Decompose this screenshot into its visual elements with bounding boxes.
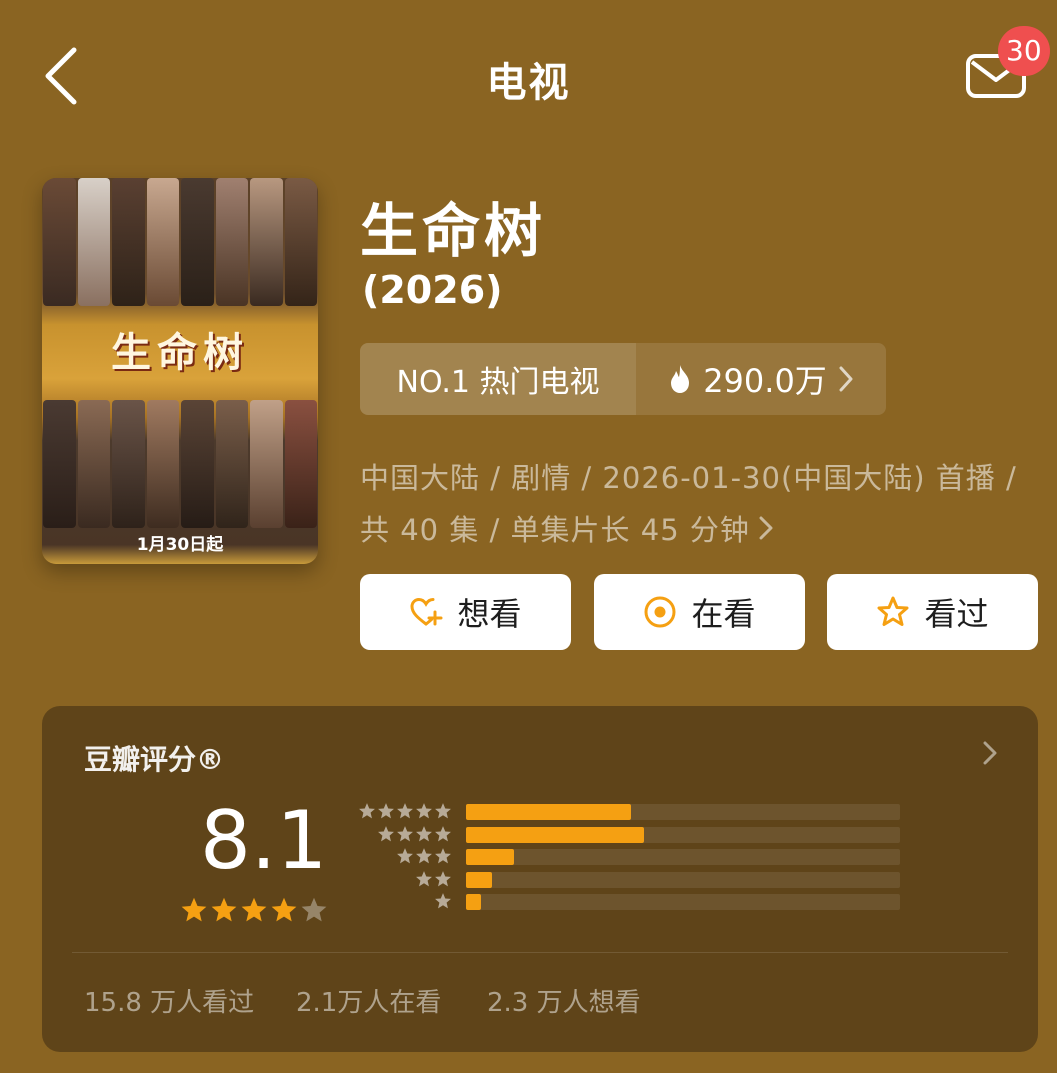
star-small-icon: [435, 893, 451, 909]
distribution-stars: [354, 825, 452, 843]
watching-label: 在看: [691, 595, 756, 633]
star-small-icon: [435, 825, 451, 841]
page-title: 电视: [486, 60, 571, 106]
rating-card[interactable]: 豆瓣评分® 8.1 15.8 万人看过 2.1万人在看 2.3 万人想看: [42, 706, 1038, 1052]
distribution-stars: [354, 802, 452, 820]
distribution-bar-fill: [466, 894, 482, 910]
poster-image[interactable]: 生命树 1月30日起: [42, 178, 318, 564]
want-count: 2.3 万人想看: [487, 988, 641, 1018]
show-year: (2026): [362, 268, 503, 312]
distribution-bar-fill: [466, 849, 514, 865]
poster-cast-row-bottom: [42, 400, 318, 528]
distribution-row-1-star: [354, 890, 900, 912]
card-divider: [72, 952, 1008, 953]
star-small-icon: [416, 825, 432, 841]
watched-label: 看过: [924, 595, 989, 633]
star-outline-icon: [877, 596, 909, 626]
poster-title-art: 生命树: [111, 329, 249, 376]
star-small-icon: [378, 825, 394, 841]
chevron-right-icon[interactable]: [982, 740, 998, 766]
meta-info-line2-text: 共 40 集 / 单集片长 45 分钟: [360, 513, 750, 547]
notification-badge: 30: [998, 26, 1050, 76]
star-small-icon: [416, 803, 432, 819]
star-small-icon: [378, 803, 394, 819]
heat-value-group: 290.0万: [636, 356, 886, 402]
distribution-bar-fill: [466, 804, 631, 820]
rating-stars: [180, 896, 328, 924]
star-small-icon: [359, 803, 375, 819]
meta-info-line1: 中国大陆 / 剧情 / 2026-01-30(中国大陆) 首播 /: [360, 461, 1017, 495]
target-icon: [644, 596, 676, 628]
show-title: 生命树: [360, 197, 547, 265]
distribution-bar-track: [466, 804, 900, 820]
star-small-icon: [397, 848, 413, 864]
watching-button[interactable]: 在看: [594, 574, 805, 650]
watching-count: 2.1万人在看: [296, 988, 442, 1018]
distribution-stars: [354, 892, 452, 910]
star-filled-icon: [181, 897, 207, 922]
star-small-icon: [416, 848, 432, 864]
distribution-stars: [354, 847, 452, 865]
heart-plus-icon: [410, 597, 443, 626]
star-small-icon: [435, 848, 451, 864]
star-filled-icon: [211, 897, 237, 922]
rating-title: 豆瓣评分®: [84, 743, 225, 776]
meta-info-line2[interactable]: 共 40 集 / 单集片长 45 分钟: [360, 507, 774, 549]
want-to-watch-button[interactable]: 想看: [360, 574, 571, 650]
star-filled-icon: [241, 897, 267, 922]
heat-value: 290.0万: [703, 362, 827, 400]
star-empty-icon: [301, 897, 327, 922]
watched-count: 15.8 万人看过: [84, 988, 255, 1018]
star-small-icon: [397, 803, 413, 819]
distribution-bar-track: [466, 849, 900, 865]
distribution-row-4-star: [354, 823, 900, 845]
distribution-stars: [354, 870, 452, 888]
star-small-icon: [435, 870, 451, 886]
star-small-icon: [435, 803, 451, 819]
watched-button[interactable]: 看过: [827, 574, 1038, 650]
rating-score: 8.1: [200, 794, 328, 887]
distribution-bar-track: [466, 826, 900, 843]
rank-label: NO.1 热门电视: [360, 343, 636, 415]
top-nav-bar: 电视 30: [0, 0, 1057, 150]
distribution-bar-fill: [466, 871, 493, 888]
star-small-icon: [416, 870, 432, 886]
chevron-right-icon: [759, 516, 773, 540]
distribution-row-2-star: [354, 868, 900, 890]
chevron-right-icon: [839, 366, 853, 392]
distribution-bar-track: [466, 871, 900, 888]
distribution-bar-fill: [466, 826, 644, 843]
star-small-icon: [397, 825, 413, 841]
want-to-watch-label: 想看: [457, 595, 522, 633]
ranking-pill[interactable]: NO.1 热门电视 290.0万: [360, 343, 886, 415]
distribution-bar-track: [466, 894, 900, 910]
poster-cast-row-top: [42, 178, 318, 306]
distribution-row-3-star: [354, 845, 900, 867]
star-filled-icon: [271, 897, 297, 922]
poster-date-text: 1月30日起: [136, 535, 224, 555]
distribution-row-5-star: [354, 800, 900, 822]
fire-icon: [671, 365, 690, 393]
